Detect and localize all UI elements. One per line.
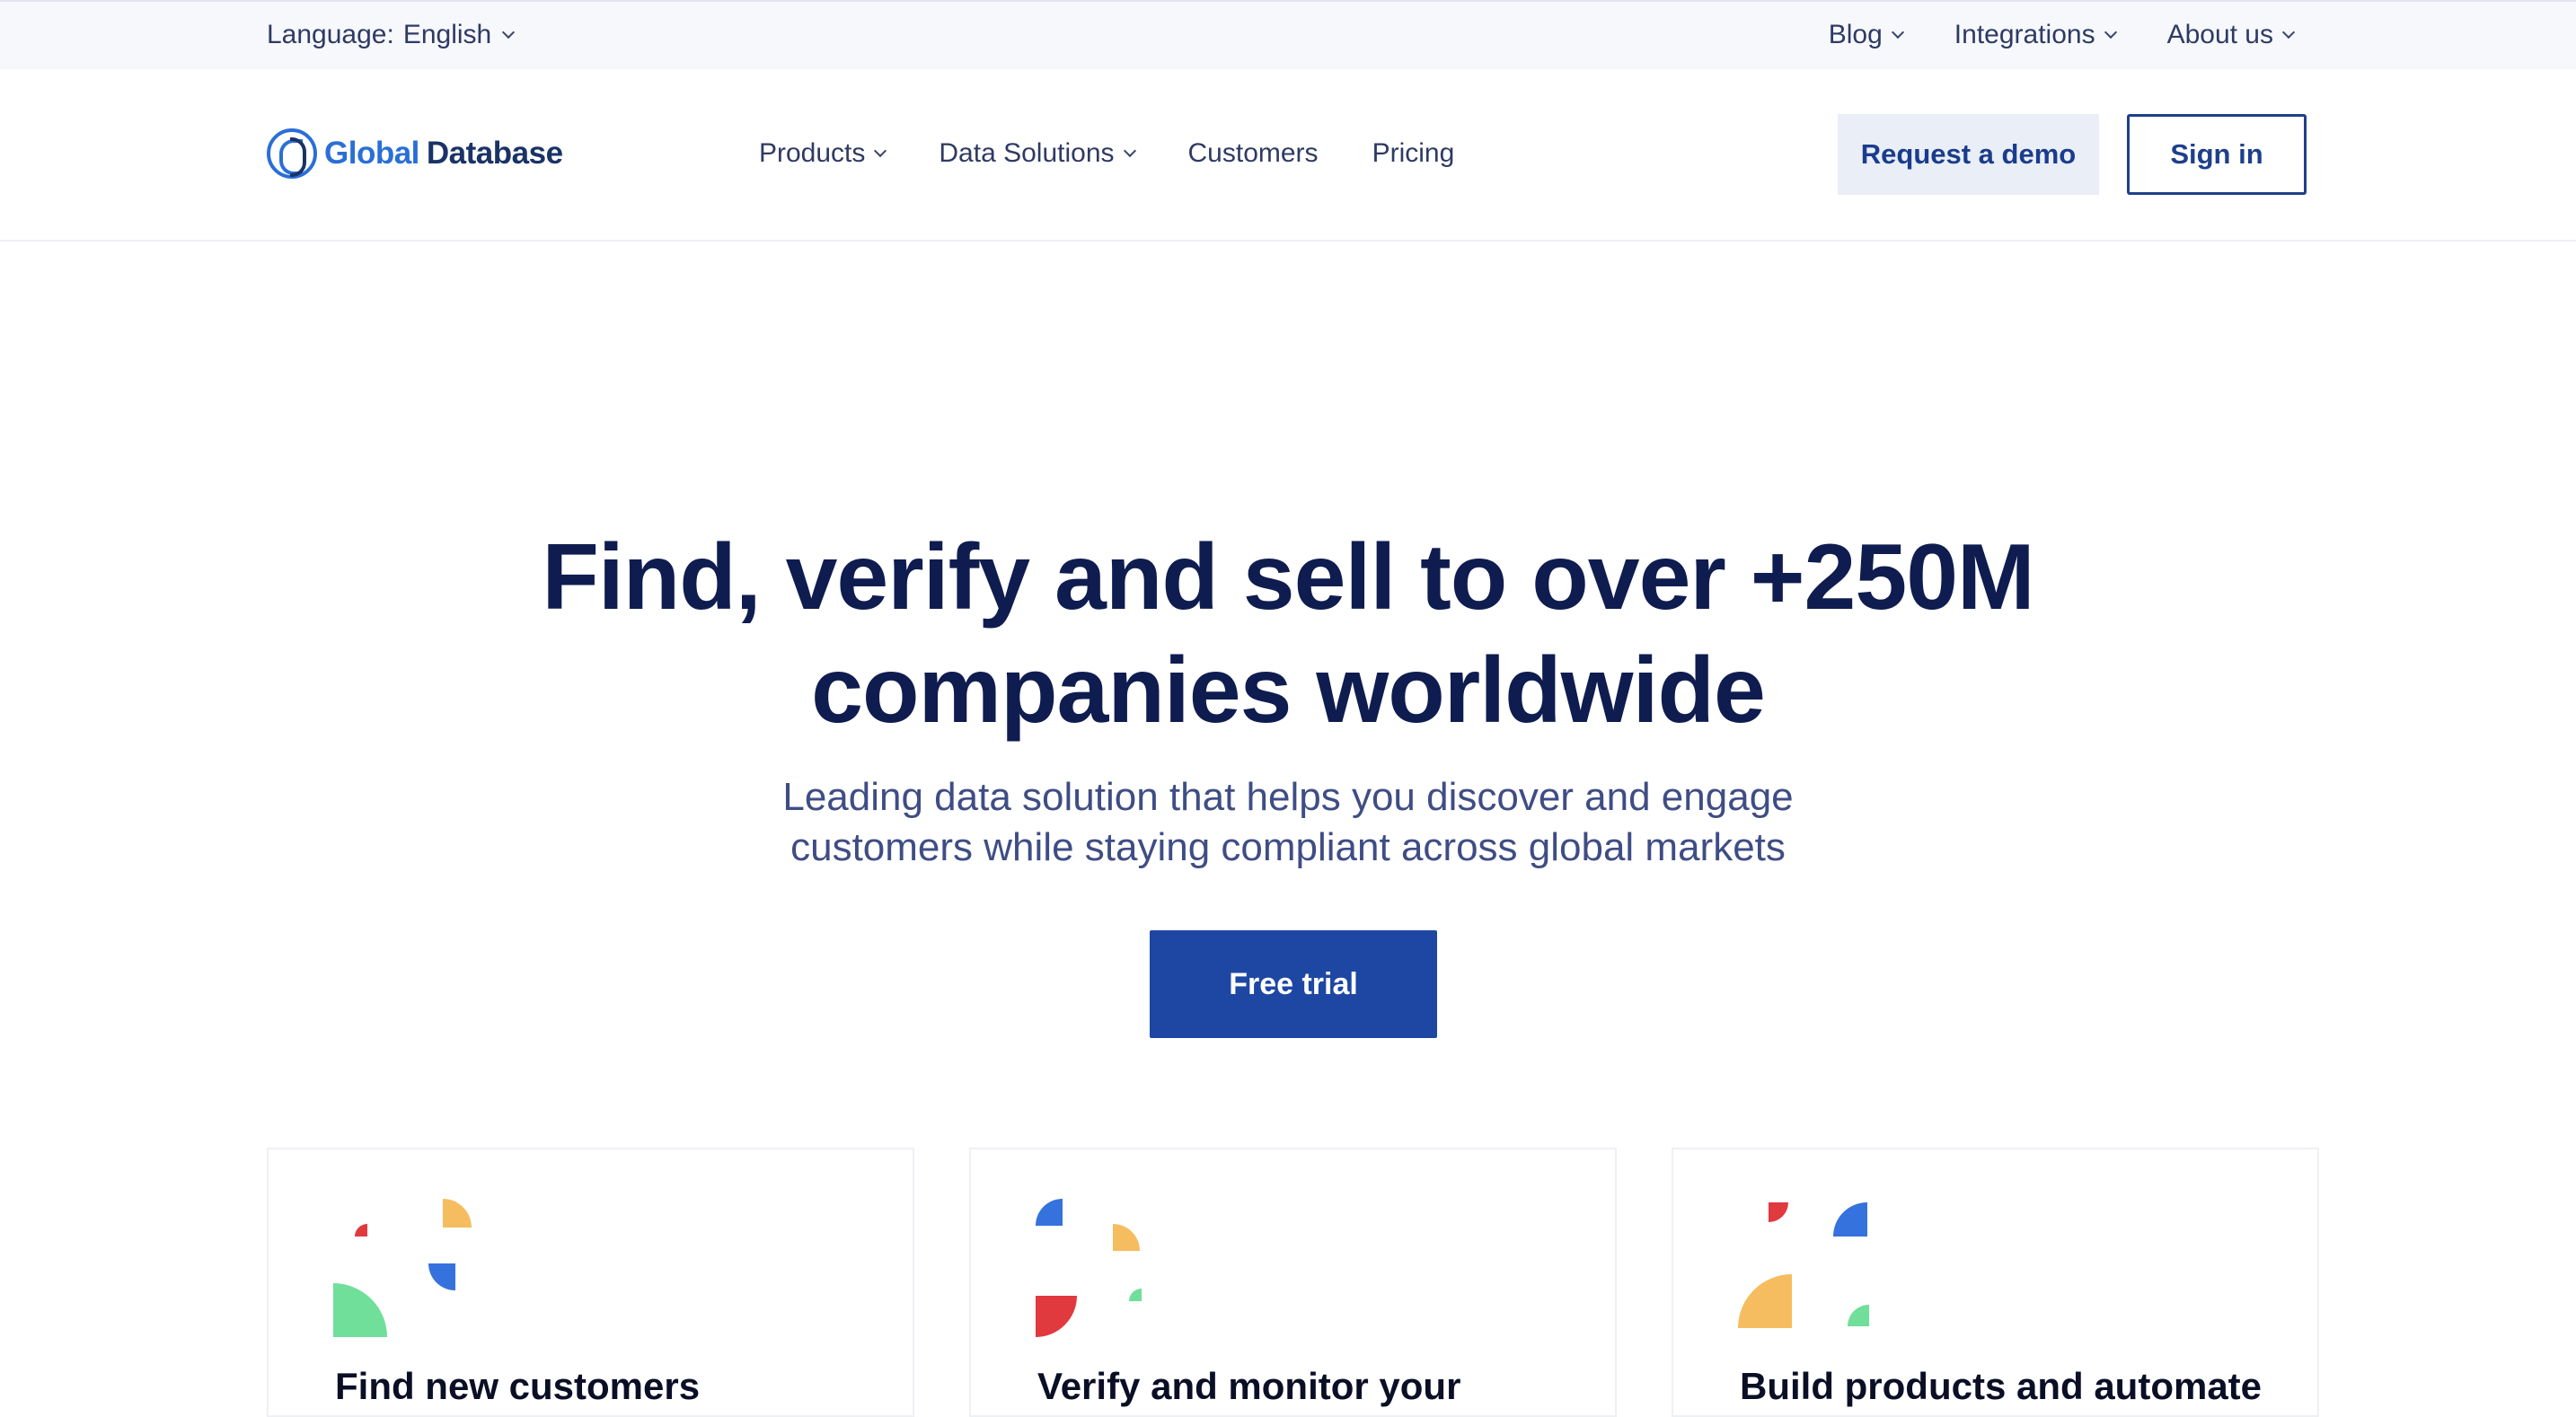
build-automate-icon — [1738, 1199, 1882, 1342]
chevron-down-icon — [1891, 25, 1904, 40]
integrations-link[interactable]: Integrations — [1954, 20, 2117, 50]
hero-title: Find, verify and sell to over +250M comp… — [0, 521, 2576, 747]
chevron-down-icon — [874, 144, 887, 158]
language-value[interactable]: English — [403, 20, 491, 50]
logo-word-database: Database — [426, 136, 563, 171]
card-build-automate[interactable]: Build products and automate — [1672, 1148, 2319, 1417]
chevron-down-icon — [2104, 25, 2117, 40]
card-title: Build products and automate — [1740, 1365, 2263, 1407]
card-title: Find new customers — [335, 1365, 701, 1407]
menu-item-products[interactable]: Products — [759, 138, 887, 169]
global-database-logo[interactable]: Global Database — [267, 128, 563, 179]
menu-item-pricing[interactable]: Pricing — [1372, 138, 1455, 169]
about-us-label: About us — [2166, 20, 2273, 49]
hero-title-line2: companies worldwide — [811, 638, 1766, 743]
hero-title-line1: Find, verify and sell to over +250M — [542, 525, 2034, 629]
utility-bar: Language: English Blog Integrations Abou… — [0, 0, 2576, 69]
hero-subtitle-line2: customers while staying compliant across… — [790, 825, 1786, 869]
sign-in-button[interactable]: Sign in — [2127, 114, 2307, 195]
chevron-down-icon — [1123, 144, 1136, 158]
free-trial-button[interactable]: Free trial — [1150, 930, 1437, 1038]
verify-monitor-icon — [1036, 1199, 1179, 1342]
request-demo-button[interactable]: Request a demo — [1838, 114, 2099, 195]
menu-item-customers[interactable]: Customers — [1188, 138, 1319, 169]
logo-word-global: Global — [324, 136, 419, 171]
utility-links: Blog Integrations About us — [1828, 20, 2296, 50]
about-us-link[interactable]: About us — [2166, 20, 2296, 50]
hero-subtitle: Leading data solution that helps you dis… — [0, 772, 2576, 873]
find-customers-icon — [333, 1199, 477, 1342]
chevron-down-icon — [2281, 25, 2296, 40]
hero-subtitle-line1: Leading data solution that helps you dis… — [782, 775, 1794, 819]
menu-item-label: Pricing — [1372, 138, 1455, 168]
menu-item-label: Products — [759, 138, 866, 168]
menu-item-label: Customers — [1187, 138, 1319, 168]
menu-item-label: Data Solutions — [939, 138, 1115, 168]
main-nav: Global Database Products Data Solutions … — [0, 69, 2576, 242]
card-find-customers[interactable]: Find new customers — [267, 1148, 914, 1417]
language-label: Language: — [267, 20, 394, 49]
card-verify-monitor[interactable]: Verify and monitor your — [969, 1148, 1617, 1417]
blog-label: Blog — [1828, 20, 1883, 49]
primary-menu: Products Data Solutions Customers Pricin… — [759, 138, 1454, 169]
logo-icon — [267, 128, 317, 179]
blog-link[interactable]: Blog — [1828, 20, 1904, 50]
card-title: Verify and monitor your — [1037, 1365, 1461, 1407]
menu-item-data-solutions[interactable]: Data Solutions — [939, 138, 1136, 169]
integrations-label: Integrations — [1954, 20, 2095, 49]
language-selector[interactable]: Language: English — [267, 20, 516, 50]
chevron-down-icon — [502, 25, 516, 40]
